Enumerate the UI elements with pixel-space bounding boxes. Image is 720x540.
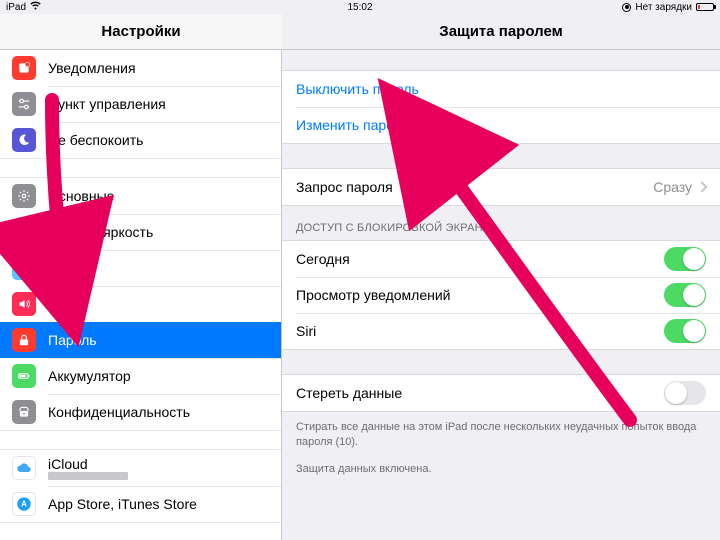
sidebar-title: Настройки (0, 14, 282, 50)
sidebar-item-label: Основные (48, 188, 114, 204)
sidebar-item-wallpaper[interactable]: Обои (0, 250, 281, 286)
sidebar-item-dnd[interactable]: Не беспокоить (0, 122, 281, 158)
dnd-icon (12, 128, 36, 152)
sidebar-item-icloud[interactable]: iCloud (0, 450, 281, 486)
erase-data-label: Стереть данные (296, 385, 402, 401)
battery-icon (696, 3, 714, 11)
change-passcode-label: Изменить пароль (296, 117, 409, 133)
redacted-account-label (48, 472, 128, 480)
sidebar-section: Основные AA Экран и яркость Обои Звуки Пароль… (0, 177, 281, 431)
clock: 15:02 (347, 2, 372, 13)
svg-text:A: A (21, 500, 27, 509)
change-passcode-button[interactable]: Изменить пароль (282, 107, 720, 143)
lock-access-label: Просмотр уведомлений (296, 287, 451, 303)
icloud-icon (12, 456, 36, 480)
battery-icon (12, 364, 36, 388)
lock-access-row-today[interactable]: Сегодня (282, 241, 720, 277)
detail-title: Защита паролем (282, 14, 720, 50)
lock-icon (12, 328, 36, 352)
status-bar: iPad 15:02 Нет зарядки (0, 0, 720, 14)
lock-access-label: Siri (296, 323, 316, 339)
wifi-icon (30, 1, 41, 13)
sidebar-item-label: Звуки (48, 296, 85, 312)
group-require-passcode: Запрос пароля Сразу (282, 168, 720, 206)
toggle-siri[interactable] (664, 319, 706, 343)
toggle-today[interactable] (664, 247, 706, 271)
charge-label: Нет зарядки (635, 2, 692, 13)
sidebar-section: iCloud A App Store, iTunes Store (0, 449, 281, 523)
column-headers: Настройки Защита паролем (0, 14, 720, 50)
group-lock-access: Сегодня Просмотр уведомлений Siri (282, 240, 720, 350)
group-passcode-actions: Выключить пароль Изменить пароль (282, 70, 720, 144)
sidebar-item-label: Экран и яркость (48, 224, 153, 240)
notif-icon (12, 56, 36, 80)
erase-data-note: Стирать все данные на этом iPad после не… (282, 412, 720, 454)
require-passcode-label: Запрос пароля (296, 179, 393, 195)
display-icon: AA (12, 220, 36, 244)
sidebar-item-notifications[interactable]: Уведомления (0, 50, 281, 86)
group-erase-data: Стереть данные (282, 374, 720, 412)
sidebar-item-battery[interactable]: Аккумулятор (0, 358, 281, 394)
settings-sidebar[interactable]: Уведомления Пункт управления Не беспокоить… (0, 50, 282, 540)
lock-access-label: Сегодня (296, 251, 350, 267)
require-passcode-row[interactable]: Запрос пароля Сразу (282, 169, 720, 205)
passcode-detail-pane: Выключить пароль Изменить пароль Запрос … (282, 50, 720, 540)
disable-passcode-button[interactable]: Выключить пароль (282, 71, 720, 107)
sidebar-section: Уведомления Пункт управления Не беспокоить (0, 50, 281, 159)
cc-icon (12, 92, 36, 116)
sidebar-item-privacy[interactable]: Конфиденциальность (0, 394, 281, 430)
data-protection-note: Защита данных включена. (282, 454, 720, 481)
require-passcode-value: Сразу (653, 179, 692, 195)
sidebar-item-control-center[interactable]: Пункт управления (0, 86, 281, 122)
sidebar-item-general[interactable]: Основные (0, 178, 281, 214)
sidebar-item-label: App Store, iTunes Store (48, 496, 197, 512)
lock-access-row-siri[interactable]: Siri (282, 313, 720, 349)
sidebar-item-label: Обои (48, 260, 83, 276)
sidebar-item-sounds[interactable]: Звуки (0, 286, 281, 322)
sidebar-item-label: Аккумулятор (48, 368, 131, 384)
sidebar-item-label: Пароль (48, 332, 97, 348)
gear-icon (12, 184, 36, 208)
appstore-icon: A (12, 492, 36, 516)
sidebar-item-appstore[interactable]: A App Store, iTunes Store (0, 486, 281, 522)
sidebar-item-passcode[interactable]: Пароль (0, 322, 281, 358)
chevron-right-icon (696, 181, 707, 192)
erase-data-toggle[interactable] (664, 381, 706, 405)
toggle-notif-view[interactable] (664, 283, 706, 307)
sound-icon (12, 292, 36, 316)
wallpaper-icon (12, 256, 36, 280)
sidebar-item-label: Конфиденциальность (48, 404, 190, 420)
disable-passcode-label: Выключить пароль (296, 81, 419, 97)
lock-access-row-notif-view[interactable]: Просмотр уведомлений (282, 277, 720, 313)
svg-text:AA: AA (19, 227, 30, 236)
sidebar-item-label: Пункт управления (48, 96, 166, 112)
not-charging-icon (622, 3, 631, 12)
privacy-icon (12, 400, 36, 424)
sidebar-item-label: Уведомления (48, 60, 136, 76)
erase-data-row[interactable]: Стереть данные (282, 375, 720, 411)
sidebar-item-label: Не беспокоить (48, 132, 143, 148)
device-label: iPad (6, 2, 26, 13)
sidebar-item-label: iCloud (48, 456, 128, 472)
lock-access-header: ДОСТУП С БЛОКИРОВКОЙ ЭКРАНА: (282, 206, 720, 240)
sidebar-item-display[interactable]: AA Экран и яркость (0, 214, 281, 250)
